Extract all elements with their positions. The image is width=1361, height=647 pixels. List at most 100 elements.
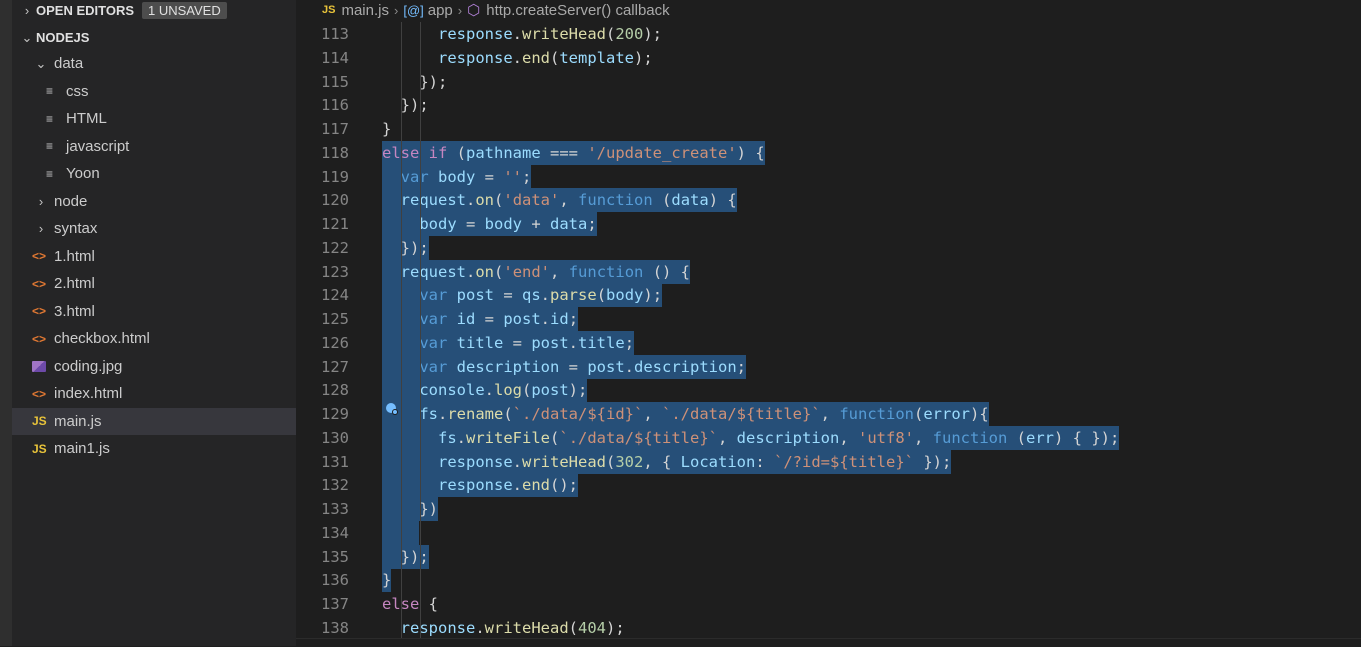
code-line[interactable]: 123 request.on('end', function () { — [296, 259, 1361, 284]
code-text: response.writeHead(302, { Location: `/?i… — [382, 449, 952, 474]
code-line[interactable]: 128 console.log(post); — [296, 378, 1361, 403]
line-number: 123 — [321, 262, 349, 281]
line-number: 130 — [321, 428, 349, 447]
code-line[interactable]: 130 fs.writeFile(`./data/${title}`, desc… — [296, 425, 1361, 450]
open-editors-header[interactable]: › OPEN EDITORS 1 UNSAVED — [12, 0, 304, 20]
code-text: }); — [382, 72, 448, 91]
code-text: console.log(post); — [382, 378, 588, 403]
lines-file-icon: ≡ — [46, 84, 54, 98]
line-number: 129 — [321, 405, 349, 423]
code-line[interactable]: 137 else { — [296, 592, 1361, 616]
code-line[interactable]: 125 var id = post.id; — [296, 307, 1361, 331]
breadcrumb-symbol-callback[interactable]: http.createServer() callback — [486, 2, 669, 19]
code-line[interactable]: 127 var description = post.description; — [296, 354, 1361, 379]
project-label: NODEJS — [36, 30, 90, 45]
tree-item-label: syntax — [54, 220, 98, 237]
code-text: else { — [382, 595, 438, 613]
tree-item-yoon[interactable]: ≡ Yoon — [12, 160, 330, 187]
code-line[interactable]: 118 else if (pathname === '/update_create… — [296, 140, 1361, 165]
tree-item-label: javascript — [66, 137, 130, 155]
code-line[interactable]: 129 fs.rename(`./data/${id}`, `./data/${… — [296, 402, 1361, 426]
line-number: 125 — [321, 310, 349, 328]
code-text: }); — [382, 544, 429, 569]
line-number: 136 — [321, 571, 349, 590]
code-text: }); — [382, 96, 429, 115]
code-line[interactable]: 122 }); — [296, 235, 1361, 260]
code-text: var body = ''; — [382, 164, 532, 189]
line-number: 119 — [321, 167, 349, 186]
code-text: request.on('end', function () { — [382, 259, 691, 284]
tree-item-label: 1.html — [54, 247, 95, 265]
code-line[interactable]: 116 }); — [296, 93, 1361, 117]
tree-item-node[interactable]: › node — [12, 188, 318, 215]
code-line[interactable]: 115 }); — [296, 70, 1361, 94]
code-line[interactable]: 138 response.writeHead(404); — [296, 616, 1361, 638]
code-line[interactable]: 131 response.writeHead(302, { Location: … — [296, 449, 1361, 474]
tree-item-css[interactable]: ≡ css — [12, 78, 330, 105]
code-text: var description = post.description; — [382, 354, 746, 379]
code-text: response.writeHead(404); — [400, 618, 625, 637]
code-line[interactable]: 113 response.writeHead(200); — [296, 22, 1361, 46]
tree-item-label: data — [54, 55, 84, 72]
tree-item-html[interactable]: ≡ HTML — [12, 105, 330, 132]
explorer-sidebar: › OPEN EDITORS 1 UNSAVED ⌄ NODEJS ⌄ data ≡… — [12, 0, 316, 646]
code-line[interactable]: 121 body = body + data; — [296, 212, 1361, 236]
tree-item-label: checkbox.html — [54, 330, 150, 347]
line-number: 117 — [321, 120, 349, 138]
chevron-right-icon: › — [38, 221, 44, 236]
js-file-icon: JS — [32, 414, 47, 428]
project-header[interactable]: ⌄ NODEJS — [12, 24, 304, 51]
code-line[interactable]: 124 var post = qs.parse(body); — [296, 283, 1361, 308]
method-symbol-icon: ⬡ — [467, 2, 481, 19]
code-text: var id = post.id; — [382, 307, 579, 331]
html-file-icon: <> — [32, 249, 47, 263]
activity-bar-edge — [0, 0, 12, 646]
tree-item-checkbox-html[interactable]: <> checkbox.html — [12, 325, 316, 352]
line-number: 127 — [321, 357, 349, 376]
code-line[interactable]: 135 }); — [296, 544, 1361, 569]
chevron-right-icon: › — [24, 2, 30, 18]
code-text: }) — [382, 497, 438, 521]
open-editors-label: OPEN EDITORS — [36, 2, 135, 18]
line-number: 128 — [321, 381, 349, 400]
tree-item-data[interactable]: ⌄ data — [12, 50, 318, 77]
tree-item-coding-jpg[interactable]: coding.jpg — [12, 353, 316, 380]
image-file-icon — [32, 360, 46, 372]
code-line[interactable]: 117} — [296, 117, 1361, 141]
lightbulb-icon[interactable] — [385, 402, 399, 416]
line-number: 132 — [321, 476, 349, 495]
code-area[interactable]: 113 response.writeHead(200); 114 response… — [296, 22, 1361, 638]
lines-file-icon: ≡ — [46, 139, 54, 153]
line-number: 116 — [321, 96, 349, 115]
tree-item-label: index.html — [54, 385, 123, 402]
tree-item-3-html[interactable]: <> 3.html — [12, 298, 316, 325]
tree-item-main-js[interactable]: JS main.js — [12, 407, 316, 435]
breadcrumb-file[interactable]: main.js — [341, 2, 389, 19]
code-line[interactable]: 133 }) — [296, 497, 1361, 521]
code-line[interactable]: 119 var body = ''; — [296, 164, 1361, 189]
tree-item-index-html[interactable]: <> index.html — [12, 380, 316, 407]
tree-item-2-html[interactable]: <> 2.html — [12, 270, 316, 297]
code-line[interactable]: 136} — [296, 568, 1361, 593]
chevron-down-icon: ⌄ — [35, 55, 47, 71]
line-number: 120 — [321, 191, 349, 210]
editor-pane[interactable]: JS main.js › [@] app › ⬡ http.createServ… — [296, 0, 1361, 646]
code-line[interactable]: 114 response.end(template); — [296, 46, 1361, 70]
tree-item-javascript[interactable]: ≡ javascript — [12, 133, 330, 160]
breadcrumb-symbol-app[interactable]: app — [428, 2, 453, 19]
indent-guide — [401, 22, 402, 638]
line-number: 113 — [321, 25, 349, 43]
variable-symbol-icon: [@] — [403, 2, 424, 18]
line-number: 114 — [321, 48, 349, 67]
code-line[interactable]: 120 request.on('data', function (data) { — [296, 188, 1361, 213]
tree-item-main1-js[interactable]: JS main1.js — [12, 435, 316, 462]
code-line[interactable]: 132 response.end(); — [296, 473, 1361, 498]
code-line[interactable]: 126 var title = post.title; — [296, 330, 1361, 355]
code-line[interactable]: 134 — [296, 520, 1361, 545]
tree-item-label: main1.js — [54, 440, 110, 457]
tree-item-syntax[interactable]: › syntax — [12, 215, 318, 242]
tree-item-1-html[interactable]: <> 1.html — [12, 243, 316, 270]
html-file-icon: <> — [32, 331, 47, 346]
code-text: response.end(); — [382, 473, 578, 498]
line-number: 133 — [321, 500, 349, 518]
